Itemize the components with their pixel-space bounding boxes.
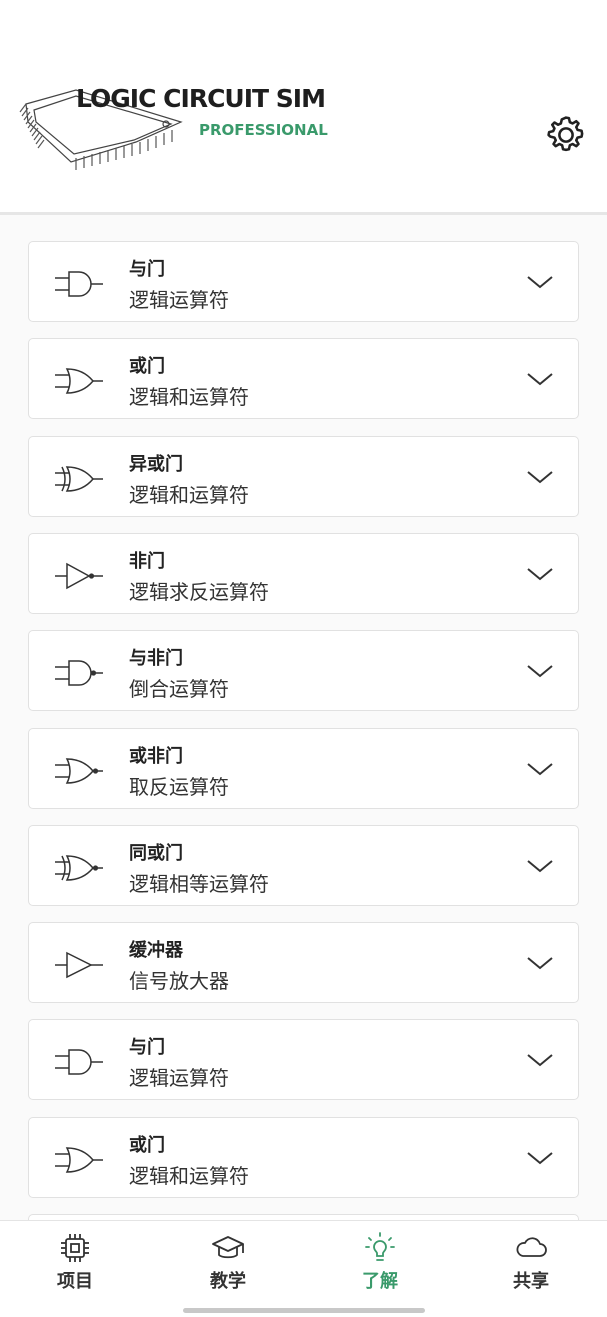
chevron-down-icon[interactable]: [525, 661, 555, 681]
chevron-down-icon[interactable]: [525, 856, 555, 876]
gate-card-subtitle: 信号放大器: [129, 969, 229, 994]
gate-card-title: 缓冲器: [129, 940, 183, 962]
chevron-down-icon[interactable]: [525, 1148, 555, 1168]
chevron-down-icon[interactable]: [525, 1050, 555, 1070]
gate-card-subtitle: 逻辑运算符: [129, 1066, 229, 1091]
chevron-down-icon[interactable]: [525, 759, 555, 779]
gate-card[interactable]: 或非门 取反运算符: [28, 727, 579, 809]
xnor-gate-icon: [55, 855, 103, 881]
gate-card[interactable]: 与非门 倒合运算符: [28, 630, 579, 712]
and-gate-icon: [55, 1049, 103, 1076]
nav-label-learn: 了解: [362, 1271, 398, 1292]
and-gate-icon: [55, 271, 103, 297]
gate-card-title: 与非门: [129, 648, 183, 670]
gate-card[interactable]: 与门 逻辑运算符: [28, 241, 579, 322]
gate-card-title: 或门: [129, 356, 165, 378]
gate-card-subtitle: 逻辑和运算符: [129, 1163, 249, 1188]
gate-card-title: 异或门: [129, 453, 183, 475]
chevron-down-icon[interactable]: [525, 564, 555, 584]
gate-card-subtitle: 逻辑求反运算符: [129, 579, 269, 604]
nav-item-learn[interactable]: 了解: [325, 1231, 435, 1301]
gate-card[interactable]: 或门 逻辑和运算符: [28, 1116, 579, 1198]
gate-card[interactable]: 与门 逻辑运算符: [28, 1019, 579, 1101]
chevron-down-icon[interactable]: [525, 369, 555, 389]
settings-gear-icon[interactable]: [544, 113, 588, 157]
gate-card[interactable]: 非门 逻辑求反运算符: [28, 532, 579, 614]
gate-card-subtitle: 逻辑和运算符: [129, 482, 249, 507]
buffer-gate-icon: [55, 951, 103, 979]
chevron-down-icon[interactable]: [525, 467, 555, 487]
nav-label-teaching: 教学: [210, 1271, 246, 1292]
gate-card-title: 与门: [129, 1037, 165, 1059]
gate-card-title: 与门: [129, 259, 165, 280]
gate-card-subtitle: 逻辑和运算符: [129, 385, 249, 410]
chevron-down-icon[interactable]: [525, 953, 555, 973]
gate-list[interactable]: 与门 逻辑运算符 或门 逻辑和运算符 异或门 逻辑和运算符 非门 逻辑求反运算符: [0, 215, 607, 1220]
gate-card-title: 或门: [129, 1134, 165, 1156]
nand-gate-icon: [55, 660, 103, 686]
bottom-nav: 项目 教学 了解 共享: [0, 1220, 607, 1317]
gate-card-title: 或非门: [129, 745, 183, 767]
gate-card-subtitle: 取反运算符: [129, 774, 229, 799]
gate-card-subtitle: 逻辑运算符: [129, 288, 229, 312]
gate-card[interactable]: 异或门 逻辑和运算符: [28, 435, 579, 517]
cloud-icon: [516, 1237, 547, 1257]
home-indicator[interactable]: [183, 1308, 425, 1313]
or-gate-icon: [55, 368, 103, 395]
gate-card-title: 同或门: [129, 842, 183, 864]
gate-card[interactable]: 同或门 逻辑相等运算符: [28, 824, 579, 906]
or-gate-icon: [55, 1146, 103, 1173]
chevron-down-icon[interactable]: [525, 272, 555, 292]
xor-gate-icon: [55, 465, 103, 492]
nav-label-projects: 项目: [57, 1271, 93, 1292]
graduation-cap-icon: [212, 1236, 244, 1259]
chip-icon: [61, 1234, 89, 1262]
lightbulb-icon: [365, 1232, 395, 1261]
not-gate-icon: [55, 562, 103, 590]
nav-item-teaching[interactable]: 教学: [173, 1231, 283, 1301]
app-logo-title: LOGIC CIRCUIT SIM: [76, 84, 326, 113]
app-header: LOGIC CIRCUIT SIM PROFESSIONAL: [0, 0, 607, 215]
gate-card[interactable]: 缓冲器 信号放大器: [28, 922, 579, 1004]
nav-item-share[interactable]: 共享: [476, 1231, 586, 1301]
nav-label-share: 共享: [513, 1271, 549, 1292]
gate-card[interactable]: 或门 逻辑和运算符: [28, 338, 579, 420]
gate-card-subtitle: 逻辑相等运算符: [129, 871, 269, 896]
nor-gate-icon: [55, 757, 103, 784]
gate-card-subtitle: 倒合运算符: [129, 677, 229, 702]
nav-item-projects[interactable]: 项目: [20, 1231, 130, 1301]
gate-card-title: 非门: [129, 550, 165, 572]
app-logo-subtitle: PROFESSIONAL: [199, 121, 328, 139]
